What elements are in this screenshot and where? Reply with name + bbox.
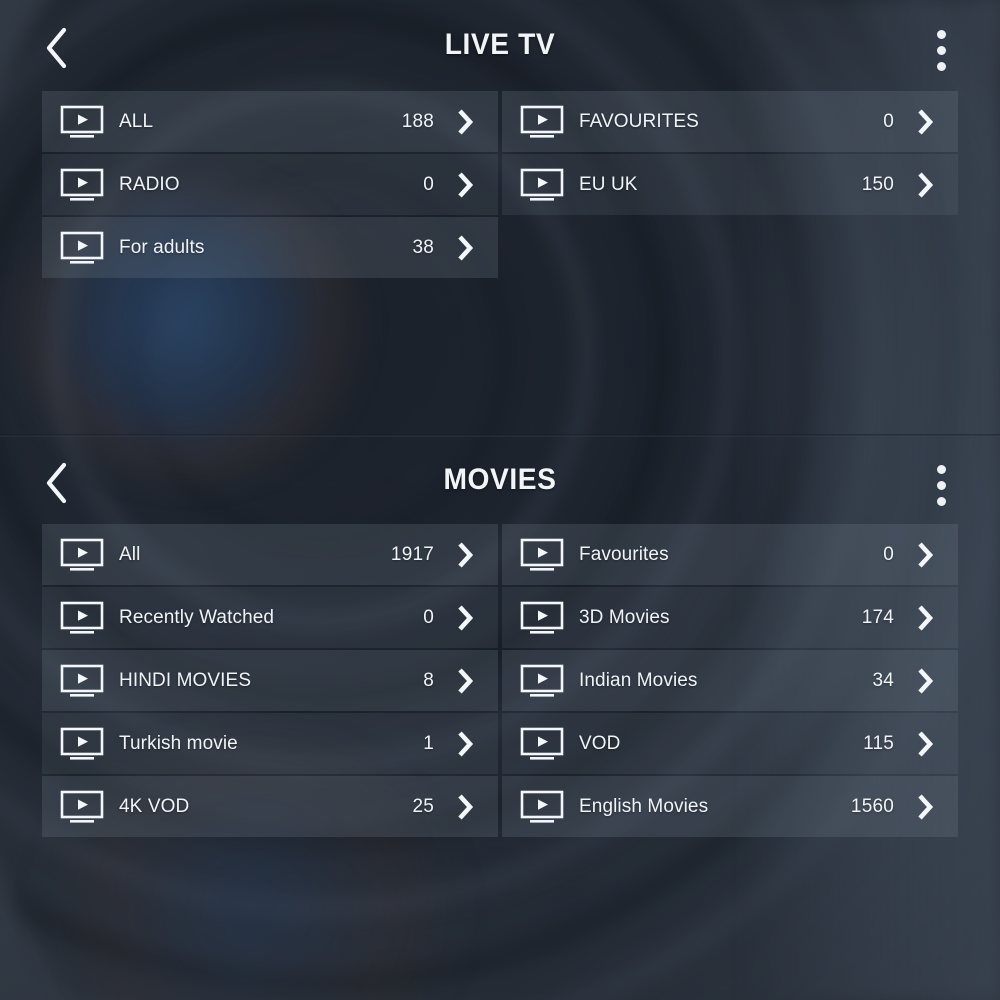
tv-play-icon [520, 168, 564, 202]
category-tile-placeholder [502, 217, 958, 278]
category-tile-turkish-movie[interactable]: Turkish movie 1 [42, 713, 498, 774]
chevron-right-icon [452, 107, 478, 137]
chevron-right-icon [452, 540, 478, 570]
page-title: LIVE TV [444, 28, 556, 61]
tv-play-icon [60, 601, 104, 635]
header-movies: MOVIES [0, 435, 1000, 531]
category-count: 25 [412, 795, 434, 817]
category-label: Turkish movie [119, 732, 238, 754]
chevron-right-icon [452, 792, 478, 822]
tv-play-icon [60, 727, 104, 761]
panel-divider [0, 434, 1000, 437]
category-count: 38 [412, 236, 434, 258]
category-count: 0 [883, 543, 894, 565]
tv-play-icon [60, 231, 104, 265]
category-tile-for-adults[interactable]: For adults 38 [42, 217, 498, 278]
category-label: For adults [119, 236, 205, 258]
category-count: 150 [861, 173, 894, 195]
category-tile-vod[interactable]: VOD 115 [502, 713, 958, 774]
header-live-tv: LIVE TV [0, 0, 1000, 96]
tv-play-icon [520, 105, 564, 139]
category-count: 0 [423, 173, 434, 195]
category-tile-radio[interactable]: RADIO 0 [42, 154, 498, 215]
category-tile-eu-uk[interactable]: EU UK 150 [502, 154, 958, 215]
kebab-menu-icon [936, 496, 946, 506]
category-label: Favourites [579, 543, 669, 565]
category-count: 1 [423, 732, 434, 754]
chevron-right-icon [452, 170, 478, 200]
tv-play-icon [520, 727, 564, 761]
category-tile-3d-movies[interactable]: 3D Movies 174 [502, 587, 958, 648]
category-tile-hindi-movies[interactable]: HINDI MOVIES 8 [42, 650, 498, 711]
chevron-right-icon [452, 233, 478, 263]
chevron-right-icon [912, 540, 938, 570]
category-label: HINDI MOVIES [119, 669, 252, 691]
kebab-menu-icon [936, 480, 946, 490]
category-tile-favourites[interactable]: Favourites 0 [502, 524, 958, 585]
chevron-right-icon [912, 729, 938, 759]
category-count: 1917 [390, 543, 434, 565]
category-tile-4k-vod[interactable]: 4K VOD 25 [42, 776, 498, 837]
chevron-right-icon [452, 603, 478, 633]
category-grid-movies: All 1917 Favourites 0 Recently Watched 0… [42, 524, 958, 837]
category-tile-favourites[interactable]: FAVOURITES 0 [502, 91, 958, 152]
category-count: 0 [883, 110, 894, 132]
category-count: 174 [861, 606, 894, 628]
overflow-menu-button[interactable] [924, 24, 958, 76]
overflow-menu-button[interactable] [924, 459, 958, 511]
tv-play-icon [60, 664, 104, 698]
tv-play-icon [520, 664, 564, 698]
category-label: EU UK [579, 173, 638, 195]
category-count: 8 [423, 669, 434, 691]
category-count: 188 [401, 110, 434, 132]
category-count: 1560 [850, 795, 894, 817]
kebab-menu-icon [936, 29, 946, 39]
category-tile-indian-movies[interactable]: Indian Movies 34 [502, 650, 958, 711]
category-count: 34 [872, 669, 894, 691]
panel-live-tv: LIVE TV ALL 188 FAVOURITES 0 RADIO 0 EU … [0, 0, 1000, 435]
chevron-right-icon [912, 603, 938, 633]
page-title: MOVIES [443, 463, 557, 496]
kebab-menu-icon [936, 45, 946, 55]
kebab-menu-icon [936, 61, 946, 71]
tv-play-icon [60, 538, 104, 572]
tv-play-icon [60, 790, 104, 824]
category-label: All [119, 543, 141, 565]
category-label: English Movies [579, 795, 709, 817]
tv-play-icon [60, 105, 104, 139]
category-count: 115 [863, 732, 894, 754]
category-label: 3D Movies [579, 606, 670, 628]
category-label: FAVOURITES [579, 110, 699, 132]
panel-movies: MOVIES All 1917 Favourites 0 Recently Wa… [0, 435, 1000, 1000]
category-tile-all[interactable]: ALL 188 [42, 91, 498, 152]
chevron-right-icon [912, 792, 938, 822]
category-grid-live-tv: ALL 188 FAVOURITES 0 RADIO 0 EU UK 150 F… [42, 91, 958, 278]
kebab-menu-icon [936, 464, 946, 474]
chevron-right-icon [912, 170, 938, 200]
app-screen: LIVE TV ALL 188 FAVOURITES 0 RADIO 0 EU … [0, 0, 1000, 1000]
tv-play-icon [520, 601, 564, 635]
tv-play-icon [60, 168, 104, 202]
chevron-right-icon [912, 107, 938, 137]
tv-play-icon [520, 538, 564, 572]
category-count: 0 [423, 606, 434, 628]
category-tile-english-movies[interactable]: English Movies 1560 [502, 776, 958, 837]
category-tile-all[interactable]: All 1917 [42, 524, 498, 585]
chevron-right-icon [912, 666, 938, 696]
chevron-right-icon [452, 729, 478, 759]
chevron-right-icon [452, 666, 478, 696]
category-label: RADIO [119, 173, 180, 195]
category-tile-recently-watched[interactable]: Recently Watched 0 [42, 587, 498, 648]
category-label: Recently Watched [119, 606, 275, 628]
category-label: Indian Movies [579, 669, 698, 691]
category-label: VOD [579, 732, 621, 754]
tv-play-icon [520, 790, 564, 824]
category-label: ALL [119, 110, 154, 132]
category-label: 4K VOD [119, 795, 190, 817]
